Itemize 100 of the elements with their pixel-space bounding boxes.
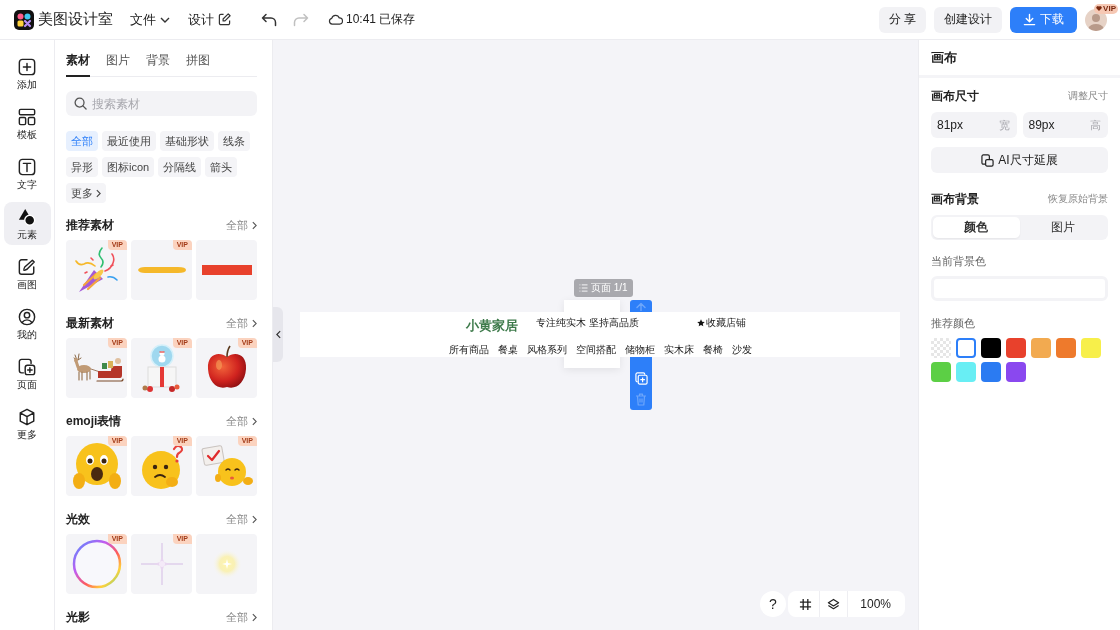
dimension-input[interactable]: 89px [1028,118,1069,132]
section-label: 画布尺寸 [931,87,979,105]
edit-icon [218,13,231,26]
share-button[interactable]: 分 享 [878,6,926,33]
slogan-text: 专注纯实木 坚持高品质 [536,317,639,329]
nav-label: 所有商品 [448,344,489,356]
template-icon [18,107,36,126]
section-title: emoji表情 [66,412,122,430]
section-title: 光效 [66,510,90,528]
see-all-link[interactable]: 全部 [226,217,257,233]
search-icon [74,97,87,110]
reset-background-link[interactable]: 恢复原始背景 [1048,192,1108,206]
rail-item[interactable]: 我的 [3,302,51,345]
unit-label: 高 [1090,117,1101,133]
nav-label: 储物柜 [624,344,655,356]
unit-label: 宽 [998,117,1010,133]
menu-button[interactable]: 文件 [130,10,170,29]
nav-label: 餐桌 [497,344,518,356]
filter-chip[interactable]: 分隔线 [158,157,202,177]
nav-label: 实木床 [663,344,694,356]
rectangle-bar-drawing [201,265,252,275]
nav-label: 餐椅 [702,344,723,356]
panel-tab[interactable]: 拼图 [186,48,210,77]
help-button[interactable]: ? [760,591,786,617]
color-swatch-icon[interactable] [956,338,976,358]
section-title: 推荐素材 [66,216,114,234]
transparent-swatch-icon[interactable] [931,338,951,358]
rail-item[interactable]: 更多 [3,402,51,445]
favorite-label: 收藏店铺 [696,317,746,329]
see-all-link[interactable]: 全部 [226,413,257,429]
badge-text: VIP [1103,3,1116,14]
color-swatch-icon[interactable] [1006,338,1026,358]
filter-chip[interactable]: 全部 [66,131,98,151]
color-swatch-icon[interactable] [1031,338,1051,358]
segment-tab[interactable]: 颜色 [933,217,1020,238]
rail-item[interactable]: 模板 [3,102,51,145]
text-icon [18,157,36,176]
page-add-icon [18,357,36,376]
save-status: 10:41 已保存 [346,11,416,28]
menu-button[interactable]: 设计 [188,10,231,29]
create-design-button[interactable]: 创建设计 [934,6,1002,33]
filter-chip[interactable]: 异形 [66,157,98,177]
ai-resize-button[interactable]: AI尺寸延展 [931,147,1108,173]
color-swatch-icon[interactable] [981,362,1001,382]
logo-icon [14,9,34,30]
chevron-left-icon [275,330,281,339]
add-icon [18,57,36,76]
dimension-input[interactable]: 81px [937,118,977,132]
bubble-drawing [71,539,122,589]
undo-icon[interactable] [261,12,277,27]
filter-chip[interactable]: 箭头 [205,157,238,177]
see-all-link[interactable]: 全部 [226,609,257,625]
section-label: 画布背景 [931,190,979,208]
material-tile[interactable] [196,240,257,300]
color-swatch-icon[interactable] [956,362,976,382]
resize-link[interactable]: 调整尺寸 [1068,89,1108,103]
color-swatch-icon[interactable] [981,338,1001,358]
filter-chip[interactable]: 图标icon [102,157,155,177]
grid-icon[interactable] [799,597,813,611]
field-label: 推荐颜色 [931,316,975,331]
material-tile[interactable] [196,534,257,594]
search-input[interactable]: 搜索素材 [92,96,242,111]
rail-item[interactable]: 页面 [3,352,51,395]
see-all-link[interactable]: 全部 [226,511,257,527]
nav-label: 风格系列 [526,344,567,356]
shapes-icon [18,207,36,226]
filter-chip[interactable]: 线条 [218,131,250,151]
user-icon [18,307,36,326]
pencil-icon [18,257,36,276]
rail-item[interactable]: 画图 [3,252,51,295]
chevron-right-icon [252,416,257,426]
filter-chip[interactable]: 基础形状 [160,131,214,151]
dimension-field[interactable]: 81px 宽 [931,112,1017,138]
search-field[interactable]: 搜索素材 [66,91,257,116]
duplicate-icon[interactable] [634,372,648,385]
chevron-right-icon [252,318,257,328]
rail-item[interactable]: 添加 [3,52,51,95]
color-swatch-icon[interactable] [1056,338,1076,358]
color-swatch-icon[interactable] [1006,362,1026,382]
rail-item[interactable]: 文字 [3,152,51,195]
zoom-level[interactable]: 100% [848,597,901,611]
segment-tab[interactable]: 图片 [1019,217,1106,238]
download-button[interactable]: 下载 [1010,6,1077,33]
rail-item[interactable]: 元素 [3,202,51,245]
see-all-link[interactable]: 全部 [226,315,257,331]
filter-chip[interactable]: 最近使用 [102,131,156,151]
color-swatch-icon[interactable] [931,362,951,382]
more-chip[interactable]: 更多 [66,183,106,203]
panel-tab[interactable]: 背景 [146,48,170,77]
download-icon [1023,13,1036,26]
collapse-panel-button[interactable] [273,307,283,362]
gift-box-drawing [141,343,182,393]
dimension-field[interactable]: 89px 高 [1022,112,1108,138]
color-swatch-icon[interactable] [1081,338,1101,358]
layers-icon[interactable] [827,597,841,611]
shocked-face-emoji-drawing [71,441,122,491]
panel-tab[interactable]: 图片 [106,48,130,77]
heart-icon [1096,6,1103,11]
panel-tab[interactable]: 素材 [66,48,90,77]
field-label: 当前背景色 [931,254,986,269]
